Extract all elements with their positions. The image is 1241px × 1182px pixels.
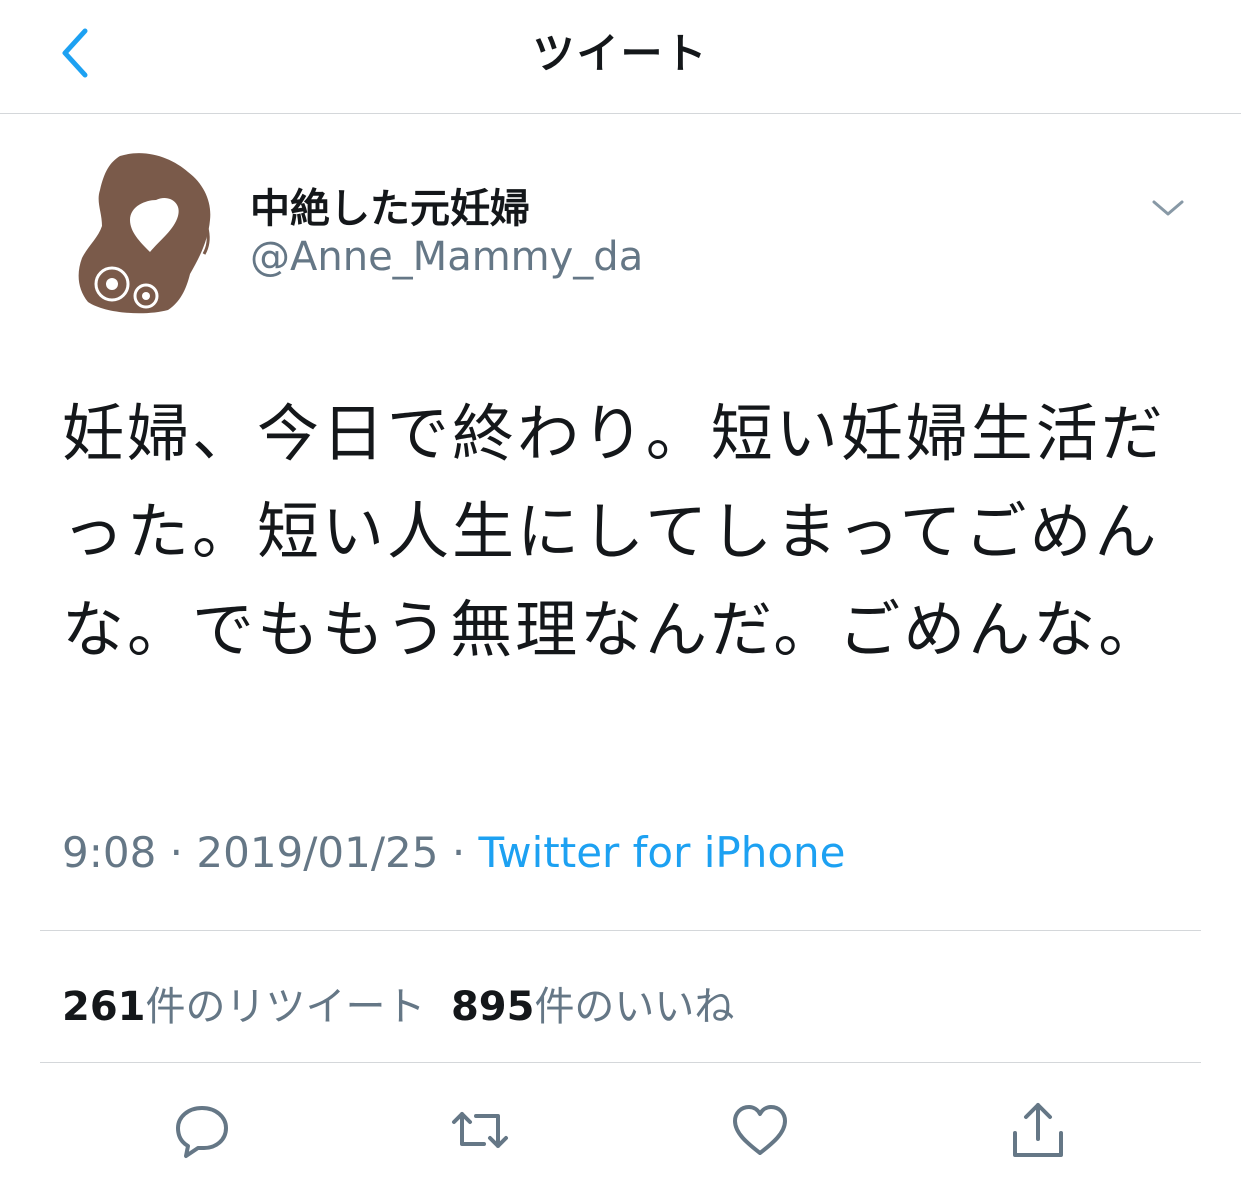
more-options-button[interactable] <box>1148 190 1188 226</box>
user-handle[interactable]: @Anne_Mammy_da <box>250 234 643 280</box>
divider <box>40 1062 1201 1063</box>
share-icon <box>1013 1103 1063 1157</box>
tweet-stats: 261件のリツイート 895件のいいね <box>62 974 734 1032</box>
page-title: ツイート <box>532 29 709 78</box>
retweet-button[interactable] <box>448 1098 512 1162</box>
retweet-count: 261 <box>62 984 146 1030</box>
chevron-down-icon <box>1152 200 1184 216</box>
avatar-image <box>78 153 211 314</box>
avatar[interactable] <box>76 150 222 314</box>
retweet-icon <box>452 1112 508 1148</box>
tweet-time: 9:08 <box>62 828 157 877</box>
share-button[interactable] <box>1006 1098 1070 1162</box>
display-name[interactable]: 中絶した元妊婦 <box>250 176 530 234</box>
likes-stat[interactable]: 895件のいいね <box>451 984 735 1030</box>
meta-separator: · <box>156 828 197 877</box>
heart-icon <box>733 1105 787 1155</box>
tweet-meta: 9:08 · 2019/01/25 · Twitter for iPhone <box>62 828 846 877</box>
retweets-stat[interactable]: 261件のリツイート <box>62 984 426 1030</box>
reply-button[interactable] <box>170 1098 234 1162</box>
divider <box>40 930 1201 931</box>
tweet-text: 妊婦、今日で終わり。短い妊婦生活だった。短い人生にしてしまってごめんな。でももう… <box>62 397 1166 666</box>
like-count: 895 <box>450 984 535 1030</box>
tweet-date: 2019/01/25 <box>196 828 439 877</box>
retweet-label: 件のリツイート <box>145 984 426 1030</box>
tweet-source-link[interactable]: Twitter for iPhone <box>479 828 846 877</box>
nav-header: ツイート <box>0 0 1241 114</box>
like-button[interactable] <box>728 1098 792 1162</box>
reply-icon <box>176 1106 228 1158</box>
like-label: 件のいいね <box>534 984 735 1030</box>
meta-separator: · <box>438 828 479 877</box>
